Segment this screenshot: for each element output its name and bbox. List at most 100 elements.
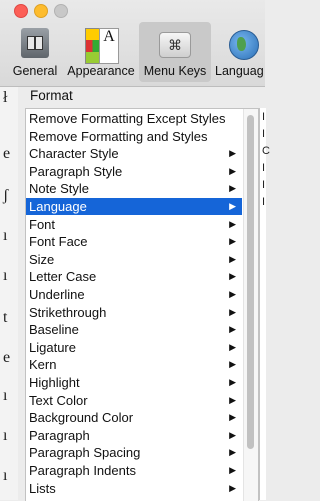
toolbar-menu-keys[interactable]: ⌘ Menu Keys bbox=[139, 22, 211, 82]
toolbar-general[interactable]: General bbox=[7, 22, 63, 82]
appearance-palette-icon: A bbox=[85, 28, 119, 64]
submenu-arrow-icon: ▶ bbox=[229, 183, 236, 194]
menu-item-background-color[interactable]: Background Color ▶ bbox=[26, 409, 242, 426]
submenu-column-char: I bbox=[262, 162, 266, 174]
vertical-scrollbar[interactable] bbox=[243, 109, 258, 501]
submenu-arrow-icon: ▶ bbox=[229, 165, 236, 176]
submenu-column-char: I bbox=[262, 111, 266, 123]
submenu-arrow-icon: ▶ bbox=[229, 482, 236, 493]
submenu-arrow-icon: ▶ bbox=[229, 377, 236, 387]
strip-glyph: ı bbox=[3, 387, 8, 404]
submenu-arrow-icon: ▶ bbox=[229, 306, 236, 317]
menu-item-label: Ligature bbox=[29, 339, 76, 355]
minimize-window-button[interactable] bbox=[34, 4, 48, 18]
menu-item-paragraph-indents[interactable]: Paragraph Indents ▶ bbox=[26, 462, 242, 479]
menu-item-label: Baseline bbox=[29, 322, 79, 338]
submenu-arrow-icon: ▶ bbox=[229, 359, 236, 370]
strip-glyph: e bbox=[3, 145, 11, 162]
menu-item-label: Note Style bbox=[29, 181, 89, 197]
submenu-arrow-icon: ▶ bbox=[229, 412, 236, 423]
globe-icon bbox=[229, 30, 259, 60]
format-column-header: Format bbox=[30, 88, 73, 103]
menu-item-note-style[interactable]: Note Style ▶ bbox=[26, 180, 242, 197]
menu-item-label: Text Color bbox=[29, 392, 88, 408]
menu-item-text-color[interactable]: Text Color ▶ bbox=[26, 392, 242, 409]
menu-item-label: Font Face bbox=[29, 234, 88, 250]
menu-item-paragraph-spacing[interactable]: Paragraph Spacing ▶ bbox=[26, 444, 242, 461]
strip-glyph: ı bbox=[3, 467, 8, 484]
general-switch-icon bbox=[21, 28, 49, 58]
menu-item-font[interactable]: Font ▶ bbox=[26, 216, 242, 233]
close-window-button[interactable] bbox=[14, 4, 28, 18]
menu-item-language[interactable]: Language ▶ bbox=[26, 198, 242, 215]
menu-item-label: Paragraph Spacing bbox=[29, 445, 141, 461]
strip-glyph: e bbox=[3, 349, 11, 366]
menu-item-label: Font bbox=[29, 216, 56, 232]
scrollbar-thumb[interactable] bbox=[247, 115, 254, 449]
menu-item-label: Strikethrough bbox=[29, 304, 107, 320]
menu-item-label: Underline bbox=[29, 287, 85, 302]
menu-item-size[interactable]: Size ▶ bbox=[26, 251, 242, 268]
toolbar-general-label: General bbox=[12, 64, 58, 78]
menu-item-underline[interactable]: Underline ▶ bbox=[26, 286, 242, 303]
menu-item-label: Kern bbox=[29, 357, 57, 373]
toolbar-language[interactable]: Languag bbox=[214, 22, 274, 82]
menu-item-label: Background Color bbox=[29, 410, 134, 426]
menu-item-remove-formatting-and-styles[interactable]: Remove Formatting and Styles bbox=[26, 128, 242, 145]
menu-item-font-face[interactable]: Font Face ▶ bbox=[26, 233, 242, 250]
submenu-arrow-icon: ▶ bbox=[229, 341, 236, 352]
submenu-column-char: I bbox=[262, 196, 266, 208]
toolbar-appearance[interactable]: A Appearance bbox=[64, 22, 138, 82]
menu-item-character-style[interactable]: Character Style ▶ bbox=[26, 145, 242, 162]
strip-glyph: ł bbox=[3, 89, 8, 106]
menu-item-label: Size bbox=[29, 251, 55, 267]
menu-item-baseline[interactable]: Baseline ▶ bbox=[26, 321, 242, 338]
menu-item-paragraph[interactable]: Paragraph ▶ bbox=[26, 427, 242, 444]
submenu-arrow-icon: ▶ bbox=[229, 201, 236, 211]
submenu-arrow-icon: ▶ bbox=[229, 465, 236, 475]
submenu-arrow-icon: ▶ bbox=[229, 289, 236, 299]
menu-item-paragraph-style[interactable]: Paragraph Style ▶ bbox=[26, 163, 242, 180]
submenu-arrow-icon: ▶ bbox=[229, 447, 236, 458]
menu-item-highlight[interactable]: Highlight ▶ bbox=[26, 374, 242, 391]
submenu-arrow-icon: ▶ bbox=[229, 394, 236, 405]
menu-item-strikethrough[interactable]: Strikethrough ▶ bbox=[26, 304, 242, 321]
submenu-column-char: I bbox=[262, 179, 266, 191]
command-key-icon: ⌘ bbox=[159, 32, 191, 58]
submenu-column-char: I bbox=[262, 128, 266, 140]
menu-keys-pane: ł e ʃ ı ı t e ı ı ı Format Remove Format… bbox=[0, 87, 270, 501]
submenu-arrow-icon: ▶ bbox=[229, 253, 236, 264]
submenu-arrow-icon: ▶ bbox=[229, 148, 236, 159]
strip-glyph: ʃ bbox=[3, 187, 9, 204]
strip-glyph: ı bbox=[3, 227, 8, 244]
strip-glyph: ı bbox=[3, 427, 8, 444]
menu-item-label: Paragraph Style bbox=[29, 163, 123, 179]
toolbar-menu-keys-label: Menu Keys bbox=[143, 64, 207, 78]
menu-item-lists[interactable]: Lists ▶ bbox=[26, 480, 242, 497]
submenu-column-char: C bbox=[262, 145, 270, 157]
submenu-arrow-icon: ▶ bbox=[229, 429, 236, 440]
menu-item-label: Letter Case bbox=[29, 269, 97, 285]
menu-item-remove-formatting-except-styles[interactable]: Remove Formatting Except Styles bbox=[26, 110, 242, 127]
submenu-arrow-icon: ▶ bbox=[229, 218, 236, 229]
strip-glyph: ı bbox=[3, 267, 8, 284]
menu-item-label: Highlight bbox=[29, 375, 80, 390]
submenu-arrow-icon: ▶ bbox=[229, 236, 236, 247]
menu-item-label: Paragraph bbox=[29, 427, 90, 443]
window-toolbar: General A Appearance ⌘ Menu Keys Languag bbox=[0, 0, 265, 87]
strip-glyph: t bbox=[3, 309, 8, 326]
toolbar-appearance-label: Appearance bbox=[67, 64, 135, 78]
menu-item-label: Remove Formatting Except Styles bbox=[29, 111, 226, 126]
toolbar-language-label: Languag bbox=[215, 64, 264, 78]
menu-item-label: Character Style bbox=[29, 146, 119, 162]
menu-item-label: Remove Formatting and Styles bbox=[29, 128, 208, 144]
menu-item-label: Paragraph Indents bbox=[29, 463, 136, 478]
menu-item-label: Lists bbox=[29, 480, 56, 496]
submenu-arrow-icon: ▶ bbox=[229, 324, 236, 335]
menu-item-letter-case[interactable]: Letter Case ▶ bbox=[26, 268, 242, 285]
format-menu-list[interactable]: Remove Formatting Except Styles Remove Fo… bbox=[25, 108, 259, 501]
submenu-column: I I C I I I bbox=[259, 108, 270, 500]
zoom-window-button[interactable] bbox=[54, 4, 68, 18]
menu-item-ligature[interactable]: Ligature ▶ bbox=[26, 339, 242, 356]
menu-item-kern[interactable]: Kern ▶ bbox=[26, 356, 242, 373]
